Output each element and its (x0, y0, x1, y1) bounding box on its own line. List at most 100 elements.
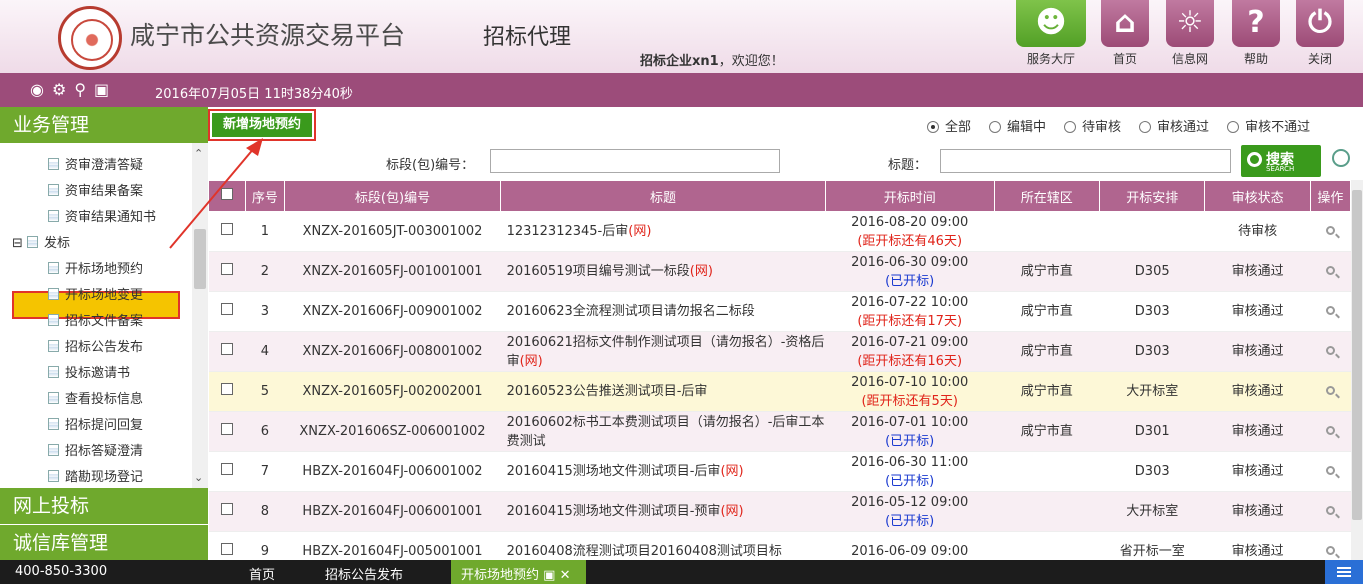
row-title-cell[interactable]: 20160415测场地文件测试项目-后审(网) (500, 451, 826, 492)
row-select-cell[interactable] (208, 251, 246, 292)
sidebar-section-business[interactable]: 业务管理 (0, 107, 208, 143)
sidebar-item[interactable]: 开标场地变更 (48, 284, 143, 303)
row-title-cell[interactable]: 20160621招标文件制作测试项目（请勿报名）-资格后审(网) (500, 331, 826, 372)
row-title-cell[interactable]: 20160519项目编号测试一标段(网) (500, 251, 826, 292)
scroll-up-icon[interactable]: ⌃ (194, 147, 203, 160)
row-select-cell[interactable] (208, 371, 246, 412)
row-action-cell[interactable] (1310, 371, 1351, 412)
row-select-cell[interactable] (208, 331, 246, 372)
scroll-down-icon[interactable]: ⌄ (194, 471, 203, 484)
home-button[interactable]: ⌂ 首页 (1101, 0, 1149, 67)
sidebar-folder-issue[interactable]: ⊟ 发标 (12, 232, 70, 251)
select-all-cell[interactable] (208, 180, 246, 212)
sidebar-item[interactable]: 招标文件备案 (48, 310, 143, 329)
footer-tab-announcement[interactable]: 招标公告发布 (325, 564, 403, 583)
row-action-cell[interactable] (1310, 251, 1351, 292)
collapse-icon[interactable]: ⊟ (12, 236, 23, 251)
key-icon[interactable]: ⚲ (74, 80, 94, 99)
sidebar-item[interactable]: 资审澄清答疑 (48, 154, 143, 173)
row-action-cell[interactable] (1310, 451, 1351, 492)
sidebar-item[interactable]: 踏勘现场登记 (48, 466, 143, 485)
table-row[interactable]: 5 XNZX-201605FJ-002002001 20160523公告推送测试项目… (208, 371, 1351, 412)
search-button[interactable]: 搜索 SEARCH (1241, 145, 1321, 177)
gear-icon[interactable]: ⚙ (52, 80, 74, 99)
sidebar-item-active[interactable]: 开标场地预约 (48, 258, 143, 277)
sidebar-item[interactable]: 查看投标信息 (48, 388, 143, 407)
sidebar-section-online-bid[interactable]: 网上投标 (0, 488, 208, 524)
message-icon[interactable]: ◉ (30, 80, 52, 99)
view-icon[interactable] (1325, 306, 1335, 315)
filter-approved[interactable]: 审核通过 (1139, 116, 1209, 135)
row-checkbox[interactable] (220, 463, 233, 475)
row-title-cell[interactable]: 12312312345-后审(网) (500, 211, 826, 252)
view-icon[interactable] (1325, 386, 1335, 395)
view-icon[interactable] (1325, 266, 1335, 275)
view-icon[interactable] (1325, 226, 1335, 235)
restore-icon[interactable]: ▣ (543, 568, 555, 583)
row-select-cell[interactable] (208, 211, 246, 252)
code-input[interactable] (490, 149, 780, 173)
info-net-button[interactable]: ☼ 信息网 (1166, 0, 1214, 67)
table-row[interactable]: 7 HBZX-201604FJ-006001002 20160415测场地文件测试项… (208, 451, 1351, 492)
row-action-cell[interactable] (1310, 291, 1351, 332)
filter-all[interactable]: 全部 (927, 116, 971, 135)
footer-tab-home[interactable]: 首页 (249, 564, 275, 583)
row-select-cell[interactable] (208, 411, 246, 452)
service-hall-button[interactable]: ☻ 服务大厅 (1016, 0, 1086, 67)
view-icon[interactable] (1325, 466, 1335, 475)
location-icon[interactable] (1332, 149, 1350, 167)
row-select-cell[interactable] (208, 451, 246, 492)
sidebar-item[interactable]: 招标提问回复 (48, 414, 143, 433)
title-input[interactable] (940, 149, 1231, 173)
view-icon[interactable] (1325, 426, 1335, 435)
add-reservation-button[interactable]: 新增场地预约 (208, 109, 316, 141)
table-row[interactable]: 8 HBZX-201604FJ-006001001 20160415测场地文件测试项… (208, 491, 1351, 532)
table-scrollbar[interactable] (1351, 180, 1363, 560)
row-select-cell[interactable] (208, 291, 246, 332)
row-checkbox[interactable] (220, 503, 233, 515)
sidebar-item[interactable]: 资审结果通知书 (48, 206, 156, 225)
row-checkbox[interactable] (220, 343, 233, 355)
filter-pending[interactable]: 待审核 (1064, 116, 1121, 135)
view-icon[interactable] (1325, 346, 1335, 355)
row-checkbox[interactable] (220, 383, 233, 395)
sidebar-item[interactable]: 招标答疑澄清 (48, 440, 143, 459)
footer-tab-active[interactable]: 开标场地预约 ▣ ✕ (451, 560, 586, 584)
sidebar-section-credit[interactable]: 诚信库管理 (0, 524, 208, 560)
close-tab-icon[interactable]: ✕ (560, 568, 571, 583)
row-title-cell[interactable]: 20160623全流程测试项目请勿报名二标段 (500, 291, 826, 332)
table-row[interactable]: 1 XNZX-201605JT-003001002 12312312345-后审(网… (208, 211, 1351, 252)
row-title-cell[interactable]: 20160415测场地文件测试项目-预审(网) (500, 491, 826, 532)
table-row[interactable]: 6 XNZX-201606SZ-006001002 20160602标书工本费测试项… (208, 411, 1351, 452)
row-action-cell[interactable] (1310, 211, 1351, 252)
row-checkbox[interactable] (220, 303, 233, 315)
view-icon[interactable] (1325, 546, 1335, 555)
row-action-cell[interactable] (1310, 331, 1351, 372)
row-select-cell[interactable] (208, 491, 246, 532)
menu-icon[interactable] (1325, 560, 1363, 584)
row-title-cell[interactable]: 20160602标书工本费测试项目（请勿报名）-后审工本费测试 (500, 411, 826, 452)
view-icon[interactable] (1325, 506, 1335, 515)
row-checkbox[interactable] (220, 223, 233, 235)
sidebar-item[interactable]: 资审结果备案 (48, 180, 143, 199)
table-scroll-thumb[interactable] (1352, 190, 1362, 520)
sidebar-item[interactable]: 投标邀请书 (48, 362, 130, 381)
row-checkbox[interactable] (220, 423, 233, 435)
table-row[interactable]: 4 XNZX-201606FJ-008001002 20160621招标文件制作测试… (208, 331, 1351, 372)
filter-editing[interactable]: 编辑中 (989, 116, 1046, 135)
row-checkbox[interactable] (220, 263, 233, 275)
row-action-cell[interactable] (1310, 411, 1351, 452)
sidebar-item-partial[interactable] (48, 143, 65, 146)
filter-rejected[interactable]: 审核不通过 (1227, 116, 1310, 135)
select-all-checkbox[interactable] (220, 188, 233, 200)
row-action-cell[interactable] (1310, 491, 1351, 532)
table-row[interactable]: 3 XNZX-201606FJ-009001002 20160623全流程测试项目请… (208, 291, 1351, 332)
table-row[interactable]: 2 XNZX-201605FJ-001001001 20160519项目编号测试一标… (208, 251, 1351, 292)
close-button[interactable]: ⏻ 关闭 (1296, 0, 1344, 67)
row-title-cell[interactable]: 20160523公告推送测试项目-后审 (500, 371, 826, 412)
gift-icon[interactable]: ▣ (94, 80, 117, 99)
sidebar-scrollbar[interactable]: ⌃ ⌄ (192, 143, 208, 488)
sidebar-item[interactable]: 招标公告发布 (48, 336, 143, 355)
sidebar-scroll-thumb[interactable] (194, 229, 206, 289)
help-button[interactable]: ? 帮助 (1232, 0, 1280, 67)
